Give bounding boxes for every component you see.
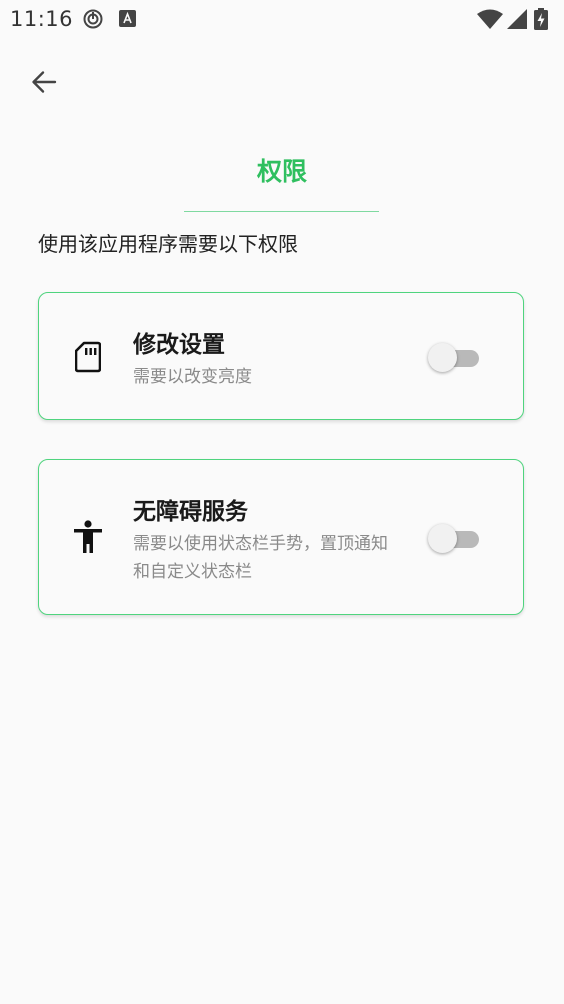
permission-title: 无障碍服务 (133, 499, 248, 525)
accessibility-service-toggle[interactable] (428, 522, 480, 554)
battery-charging-icon (534, 8, 548, 30)
permission-subtitle: 需要以改变亮度 (133, 367, 252, 387)
title-underline (184, 211, 379, 212)
permission-title: 修改设置 (133, 332, 225, 358)
app-notification-icon (119, 10, 136, 31)
toggle-thumb (428, 524, 457, 553)
wifi-icon (477, 9, 503, 29)
signal-icon (507, 9, 527, 29)
permissions-description: 使用该应用程序需要以下权限 (38, 232, 298, 256)
back-button[interactable] (24, 62, 64, 102)
arrow-left-icon (32, 71, 57, 93)
permission-card-modify-settings[interactable]: 修改设置 需要以改变亮度 (38, 292, 524, 420)
status-indicators (476, 8, 556, 30)
modify-settings-toggle[interactable] (428, 341, 480, 373)
sync-notification-icon (83, 9, 103, 33)
accessibility-icon (73, 519, 103, 555)
status-bar: 11:16 (0, 0, 564, 38)
sd-card-icon (73, 339, 103, 375)
permission-card-accessibility[interactable]: 无障碍服务 需要以使用状态栏手势，置顶通知和自定义状态栏 (38, 459, 524, 615)
page-title: 权限 (256, 157, 307, 186)
toggle-thumb (428, 343, 457, 372)
permission-subtitle: 需要以使用状态栏手势，置顶通知和自定义状态栏 (133, 534, 388, 582)
status-time: 11:16 (10, 7, 74, 31)
